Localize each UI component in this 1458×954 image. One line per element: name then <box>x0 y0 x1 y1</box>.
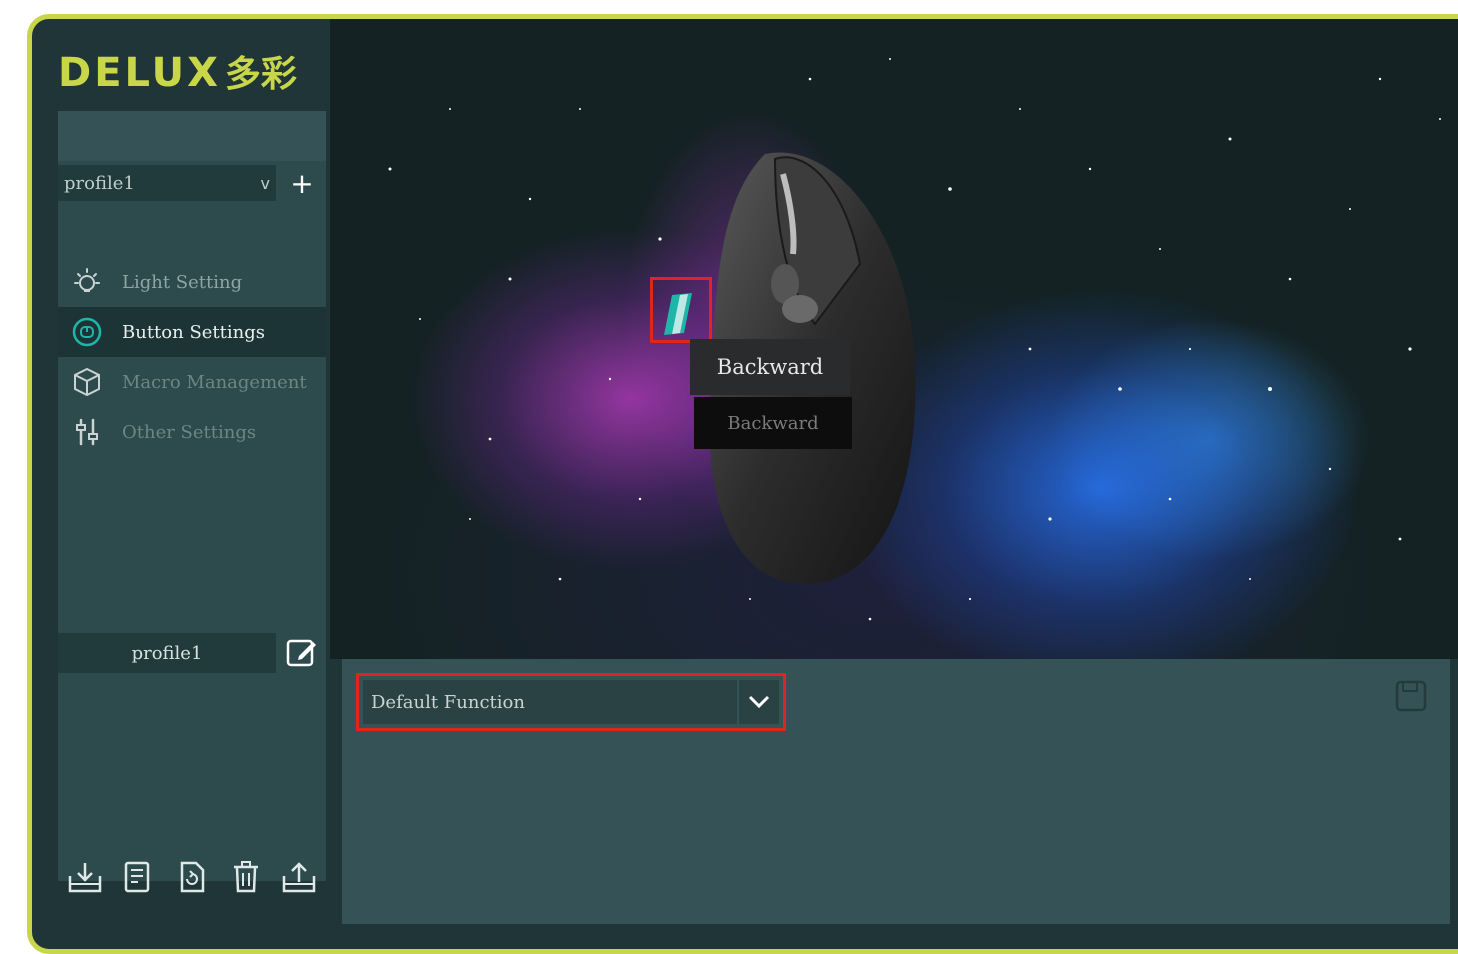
function-panel: Default Function <box>342 659 1450 924</box>
sidebar-item-other-settings[interactable]: Other Settings <box>58 407 326 457</box>
button-assignment-label: Backward <box>694 397 852 449</box>
profile-select[interactable]: profile1 v <box>58 165 276 201</box>
app-window: DELUX多彩 — X profile1 v + <box>27 14 1458 954</box>
chevron-down-icon: v <box>260 173 270 193</box>
profile-name-row: profile1 <box>58 631 326 675</box>
sidebar-header <box>58 111 326 161</box>
function-select[interactable]: Default Function <box>356 673 786 731</box>
sidebar-actions <box>58 857 326 897</box>
sidebar-item-label: Macro Management <box>122 371 307 393</box>
bulb-icon <box>70 265 104 299</box>
brand-logo: DELUX 多彩 <box>58 45 297 97</box>
sidebar-item-light-setting[interactable]: Light Setting <box>58 257 326 307</box>
mouse-buttons-icon <box>70 315 104 349</box>
profile-name-field[interactable]: profile1 <box>58 633 276 673</box>
brand-name-cn: 多彩 <box>224 54 297 95</box>
sidebar-item-macro-management[interactable]: Macro Management <box>58 357 326 407</box>
import-icon[interactable] <box>63 857 107 897</box>
edit-icon[interactable] <box>282 633 322 673</box>
selected-button-highlight <box>650 277 712 343</box>
sidebar-item-label: Light Setting <box>122 271 243 293</box>
add-profile-button[interactable]: + <box>282 165 322 201</box>
sliders-icon <box>70 415 104 449</box>
brand-name: DELUX <box>58 50 221 96</box>
export-icon[interactable] <box>116 857 160 897</box>
cube-icon <box>70 365 104 399</box>
function-select-value: Default Function <box>363 680 737 724</box>
button-tooltip: Backward <box>690 339 850 395</box>
sidebar-item-label: Other Settings <box>122 421 257 443</box>
profile-select-value: profile1 <box>64 172 135 194</box>
chevron-down-icon[interactable] <box>739 680 779 724</box>
refresh-icon[interactable] <box>170 857 214 897</box>
sidebar-item-label: Button Settings <box>122 321 265 343</box>
delete-icon[interactable] <box>224 857 268 897</box>
sidebar-item-button-settings[interactable]: Button Settings <box>58 307 326 357</box>
save-icon[interactable] <box>1394 679 1430 715</box>
mouse-preview <box>330 19 1458 659</box>
sidebar-nav: Light Setting Button Settings Macro Mana… <box>58 257 326 457</box>
profile-row: profile1 v + <box>58 163 326 203</box>
upload-icon[interactable] <box>277 857 321 897</box>
sidebar: profile1 v + Light Setting Button Settin… <box>58 111 326 881</box>
